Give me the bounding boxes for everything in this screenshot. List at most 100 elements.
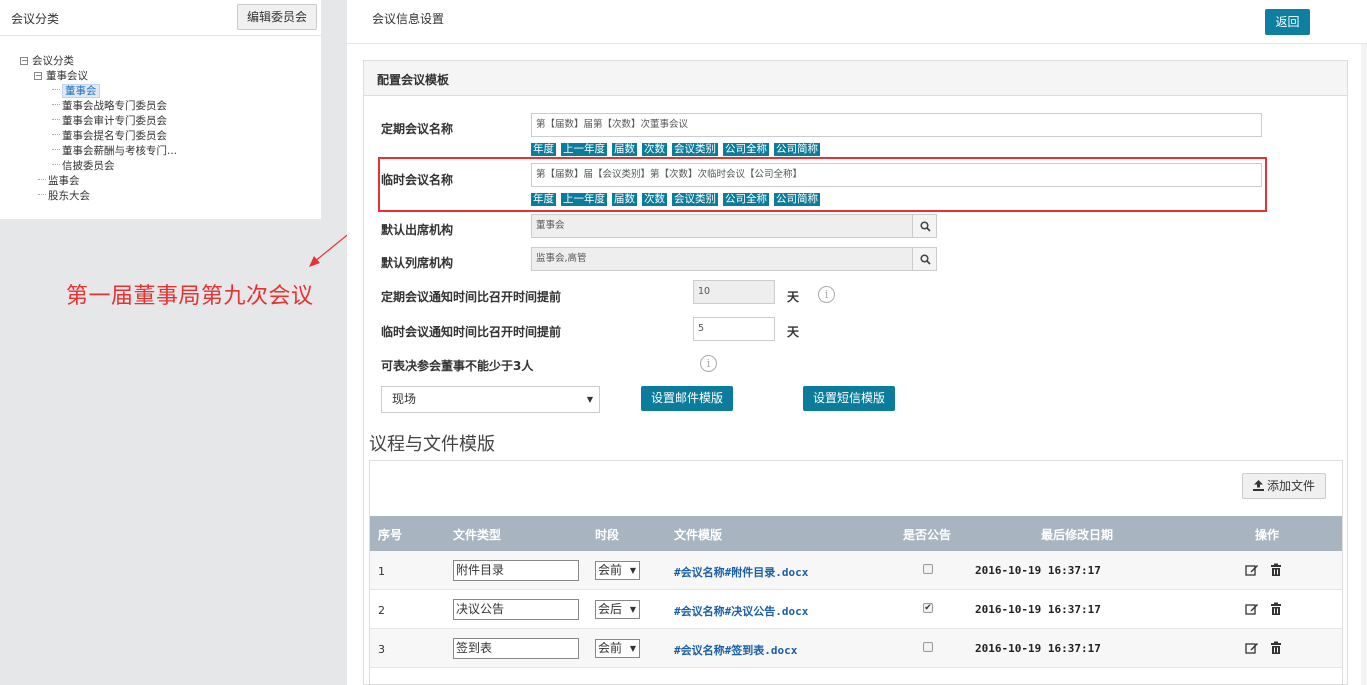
tree-node-board-0[interactable]: 董事会: [20, 84, 177, 99]
regular-name-label: 定期会议名称: [381, 122, 454, 136]
tree-node-board-1[interactable]: 董事会战略专门委员会: [20, 99, 177, 114]
modified-date: 2016-10-19 16:37:17: [975, 603, 1101, 616]
tree-node-label: 董事会战略专门委员会: [62, 100, 167, 112]
period-value: 会前: [598, 641, 623, 655]
temp-notice-input[interactable]: 5: [693, 317, 775, 341]
announce-checkbox[interactable]: [923, 642, 933, 652]
agenda-section-title: 议程与文件模版: [369, 434, 495, 455]
temp-name-input[interactable]: 第【届数】届【会议类别】第【次数】次临时会议【公司全称】: [531, 163, 1262, 187]
page-title: 会议信息设置: [372, 12, 445, 26]
col-header: 最后修改日期: [1041, 528, 1114, 542]
tree-node-label: 股东大会: [48, 190, 90, 202]
tag-year[interactable]: 年度: [531, 193, 556, 206]
add-file-button[interactable]: 添加文件: [1242, 473, 1326, 499]
config-panel-title: 配置会议模板: [377, 73, 450, 87]
tag-term[interactable]: 届数: [612, 143, 637, 156]
info-icon[interactable]: i: [700, 355, 717, 372]
sms-template-button[interactable]: 设置短信模版: [803, 386, 895, 411]
row-number: 1: [378, 565, 385, 578]
scrollbar[interactable]: [1361, 44, 1367, 685]
modified-date: 2016-10-19 16:37:17: [975, 642, 1101, 655]
col-header: 是否公告: [903, 528, 952, 542]
collapse-icon[interactable]: −: [20, 57, 28, 65]
tag-session[interactable]: 次数: [642, 143, 667, 156]
period-select[interactable]: 会前 ▼: [595, 561, 640, 580]
tag-year[interactable]: 年度: [531, 143, 556, 156]
attend-org-input[interactable]: 董事会: [531, 214, 913, 238]
delete-icon[interactable]: [1269, 602, 1283, 616]
tree-node-label: 监事会: [48, 175, 80, 187]
tree-node-board-2[interactable]: 董事会审计专门委员会: [20, 114, 177, 129]
tree-node-board[interactable]: − 董事会议: [20, 69, 177, 84]
attend-org-label: 默认出席机构: [381, 223, 454, 237]
observer-org-label: 默认列席机构: [381, 256, 454, 270]
email-template-button[interactable]: 设置邮件模版: [641, 386, 733, 411]
tag-meeting-type[interactable]: 会议类别: [672, 193, 718, 206]
table-row: 3 签到表 会前 ▼ #会议名称#签到表.docx 2016-10-19 16:3…: [370, 629, 1342, 668]
modified-date: 2016-10-19 16:37:17: [975, 564, 1101, 577]
file-type-input[interactable]: 附件目录: [453, 560, 579, 581]
tag-session[interactable]: 次数: [642, 193, 667, 206]
delete-icon[interactable]: [1269, 641, 1283, 655]
observer-org-search-button[interactable]: [912, 247, 937, 271]
file-type-input[interactable]: 签到表: [453, 638, 579, 659]
tag-last-year[interactable]: 上一年度: [561, 143, 607, 156]
col-header: 操作: [1255, 528, 1280, 542]
chevron-down-icon: ▼: [629, 566, 636, 575]
regular-name-input[interactable]: 第【届数】届第【次数】次董事会议: [531, 113, 1262, 137]
template-link[interactable]: #会议名称#签到表.docx: [674, 642, 797, 658]
tree-node-label: 董事会薪酬与考核专门...: [62, 145, 178, 157]
tree-node-label: 董事会审计专门委员会: [62, 115, 167, 127]
tag-company-short[interactable]: 公司简称: [774, 193, 820, 206]
template-link[interactable]: #会议名称#附件目录.docx: [674, 564, 808, 580]
tag-company-short[interactable]: 公司简称: [774, 143, 820, 156]
agenda-table-panel: 添加文件 序号 文件类型 时段 文件模版 是否公告 最后修改日期 操作 1 附件…: [369, 460, 1343, 685]
edit-icon[interactable]: [1245, 602, 1259, 616]
temp-name-tags: 年度 上一年度 届数 次数 会议类别 公司全称 公司简称: [531, 191, 825, 206]
tree-node-supervisors[interactable]: 监事会: [20, 174, 177, 189]
regular-notice-input[interactable]: 10: [693, 280, 775, 304]
tag-last-year[interactable]: 上一年度: [561, 193, 607, 206]
annotation-text: 第一届董事局第九次会议: [66, 284, 314, 309]
row-number: 2: [378, 604, 385, 617]
edit-icon[interactable]: [1245, 641, 1259, 655]
tag-meeting-type[interactable]: 会议类别: [672, 143, 718, 156]
search-icon: [920, 254, 931, 265]
day-unit: 天: [787, 290, 800, 304]
tree-node-label: 董事会议: [46, 70, 88, 82]
tag-term[interactable]: 届数: [612, 193, 637, 206]
tree-node-root[interactable]: − 会议分类: [20, 54, 177, 69]
announce-checkbox[interactable]: [923, 564, 933, 574]
regular-notice-label: 定期会议通知时间比召开时间提前: [381, 290, 562, 304]
file-type-input[interactable]: 决议公告: [453, 599, 579, 620]
period-select[interactable]: 会后 ▼: [595, 600, 640, 619]
tree-node-board-5[interactable]: 信披委员会: [20, 159, 177, 174]
period-select[interactable]: 会前 ▼: [595, 639, 640, 658]
table-header: 序号 文件类型 时段 文件模版 是否公告 最后修改日期 操作: [370, 516, 1342, 551]
col-header: 序号: [378, 528, 403, 542]
upload-icon: [1252, 480, 1264, 491]
template-link[interactable]: #会议名称#决议公告.docx: [674, 603, 808, 619]
tree-node-board-3[interactable]: 董事会提名专门委员会: [20, 129, 177, 144]
back-button[interactable]: 返回: [1265, 9, 1310, 35]
edit-icon[interactable]: [1245, 563, 1259, 577]
info-icon[interactable]: i: [818, 286, 835, 303]
edit-committee-button[interactable]: 编辑委员会: [237, 4, 317, 30]
add-file-label: 添加文件: [1266, 479, 1315, 493]
tree-node-board-4[interactable]: 董事会薪酬与考核专门...: [20, 144, 177, 159]
category-tree-panel: − 会议分类 − 董事会议 董事会 董事会战略专门委员会 董事会审计专门委员会 董事…: [0, 36, 321, 219]
collapse-icon[interactable]: −: [34, 72, 42, 80]
tag-company-full[interactable]: 公司全称: [723, 193, 769, 206]
delete-icon[interactable]: [1269, 563, 1283, 577]
col-header: 文件类型: [453, 528, 502, 542]
tag-company-full[interactable]: 公司全称: [723, 143, 769, 156]
tree-node-label: 董事会提名专门委员会: [62, 130, 167, 142]
regular-name-tags: 年度 上一年度 届数 次数 会议类别 公司全称 公司简称: [531, 141, 825, 156]
tree-node-shareholders[interactable]: 股东大会: [20, 189, 177, 204]
announce-checkbox[interactable]: ✔: [923, 603, 933, 613]
config-panel-header: 配置会议模板: [364, 61, 1347, 96]
main-header: 会议信息设置 返回: [347, 0, 1367, 44]
attend-org-search-button[interactable]: [912, 214, 937, 238]
meeting-mode-select[interactable]: 现场 ▼: [381, 386, 600, 413]
observer-org-input[interactable]: 监事会,高管: [531, 247, 913, 271]
